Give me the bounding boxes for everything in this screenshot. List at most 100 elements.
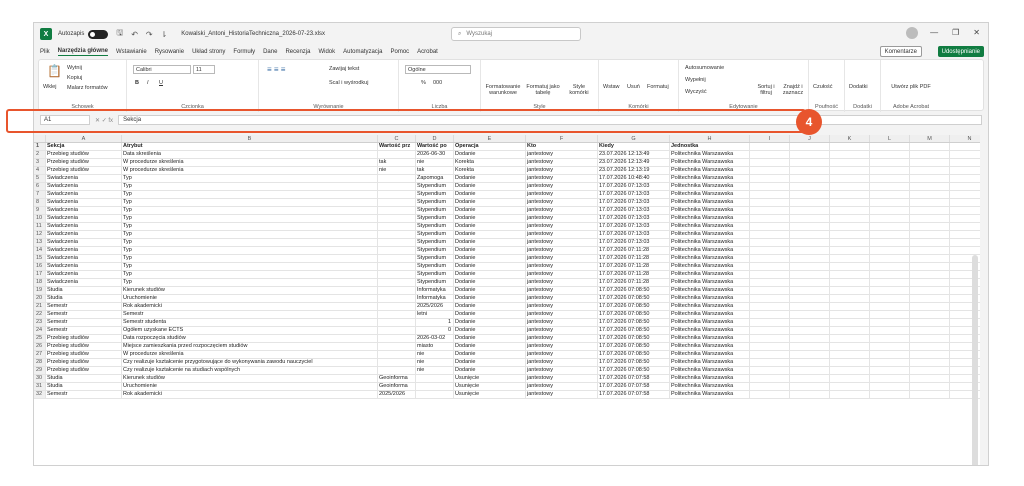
search-box[interactable]: ⌕ Wyszukaj [451,27,581,41]
cell[interactable] [378,295,416,302]
cell[interactable]: jantestowy [526,327,598,334]
cell[interactable] [750,151,790,158]
row-number[interactable]: 29 [34,367,46,374]
cell[interactable]: 17.07.2026 07:13:03 [598,199,670,206]
cell[interactable] [950,167,980,174]
cell[interactable]: Typ [122,263,378,270]
cell[interactable]: Dodanie [454,263,526,270]
cell[interactable] [950,159,980,166]
cell[interactable] [750,303,790,310]
cell-styles-button[interactable]: Style komórki [563,84,595,96]
cell[interactable] [790,151,830,158]
cell[interactable] [790,351,830,358]
row-number[interactable]: 24 [34,327,46,334]
cell[interactable] [870,391,910,398]
cell[interactable]: Dodanie [454,303,526,310]
column-header-F[interactable]: F [526,135,598,142]
column-header-J[interactable]: J [790,135,830,142]
cell[interactable] [910,279,950,286]
row-number[interactable]: 32 [34,391,46,398]
cell[interactable]: Politechnika Warszawska [670,223,750,230]
cell[interactable] [910,151,950,158]
row-number[interactable]: 6 [34,183,46,190]
cell[interactable] [750,143,790,150]
cell[interactable] [750,167,790,174]
underline-button[interactable]: U [159,80,163,86]
cell[interactable] [830,271,870,278]
cell[interactable]: Typ [122,191,378,198]
cell[interactable]: 17.07.2026 07:07:58 [598,383,670,390]
cell[interactable]: Usunięcie [454,375,526,382]
cell[interactable]: Informatyka [416,295,454,302]
cell[interactable]: Kierunek studiów [122,375,378,382]
cell[interactable] [830,391,870,398]
cell[interactable] [950,247,980,254]
cell[interactable]: Sekcja [46,143,122,150]
cell[interactable]: 17.07.2026 07:13:03 [598,191,670,198]
cell[interactable]: Semestr [46,391,122,398]
cell[interactable]: jantestowy [526,351,598,358]
cell[interactable]: 17.07.2026 07:11:28 [598,247,670,254]
cell[interactable]: Czy realizuje kształcenie przygotowujące… [122,359,378,366]
cell[interactable] [870,271,910,278]
cell[interactable]: Dodanie [454,215,526,222]
cell[interactable]: Politechnika Warszawska [670,383,750,390]
cell[interactable]: jantestowy [526,335,598,342]
cell[interactable]: 23.07.2026 12:13:49 [598,159,670,166]
row-number[interactable]: 23 [34,319,46,326]
cell[interactable]: Politechnika Warszawska [670,279,750,286]
cell[interactable] [790,215,830,222]
cell[interactable]: Data skreślenia [122,151,378,158]
cell[interactable]: Dodanie [454,239,526,246]
cell[interactable]: nie [416,159,454,166]
cell[interactable]: Dodanie [454,327,526,334]
cell[interactable] [830,207,870,214]
cell[interactable]: Dodanie [454,175,526,182]
cell[interactable]: 17.07.2026 07:08:50 [598,343,670,350]
cell[interactable]: Dodanie [454,351,526,358]
cell[interactable]: Czy realizuje kształcenie na studiach ws… [122,367,378,374]
cell[interactable]: Świadczenia [46,263,122,270]
cell[interactable] [950,239,980,246]
autosum-button[interactable]: Autosumowanie [685,65,724,71]
row-number[interactable]: 2 [34,151,46,158]
cell[interactable] [830,151,870,158]
cell[interactable] [750,263,790,270]
cell[interactable] [750,327,790,334]
cell[interactable]: 17.07.2026 07:08:50 [598,311,670,318]
cell[interactable]: Informatyka [416,287,454,294]
cell[interactable]: jantestowy [526,319,598,326]
cell[interactable] [830,215,870,222]
cell[interactable]: Dodanie [454,367,526,374]
menu-tab-1[interactable]: Narzędzia główne [57,48,109,56]
cell[interactable]: Typ [122,239,378,246]
column-header-M[interactable]: M [910,135,950,142]
column-header-I[interactable]: I [750,135,790,142]
cell[interactable]: Politechnika Warszawska [670,183,750,190]
cell[interactable]: Przebieg studiów [46,167,122,174]
cell[interactable]: Rok akademicki [122,391,378,398]
cell[interactable]: 17.07.2026 07:13:03 [598,239,670,246]
cell[interactable]: Miejsce zamieszkania przed rozpoczęciem … [122,343,378,350]
cell[interactable]: jantestowy [526,367,598,374]
cell[interactable]: 17.07.2026 07:13:03 [598,183,670,190]
row-number[interactable]: 7 [34,191,46,198]
cell[interactable] [950,183,980,190]
cell[interactable] [378,327,416,334]
menu-tab-0[interactable]: Plik [40,49,50,55]
row-number[interactable]: 8 [34,199,46,206]
cell[interactable]: jantestowy [526,151,598,158]
cell[interactable]: Dodanie [454,287,526,294]
cell[interactable] [830,279,870,286]
cell[interactable] [790,175,830,182]
cell[interactable]: Typ [122,255,378,262]
cell[interactable] [750,383,790,390]
cell[interactable]: Dodanie [454,279,526,286]
cell[interactable]: tak [378,159,416,166]
cell[interactable] [910,375,950,382]
cell[interactable] [910,383,950,390]
cell[interactable] [830,183,870,190]
cell[interactable]: jantestowy [526,191,598,198]
cell[interactable] [378,175,416,182]
cell[interactable] [378,223,416,230]
